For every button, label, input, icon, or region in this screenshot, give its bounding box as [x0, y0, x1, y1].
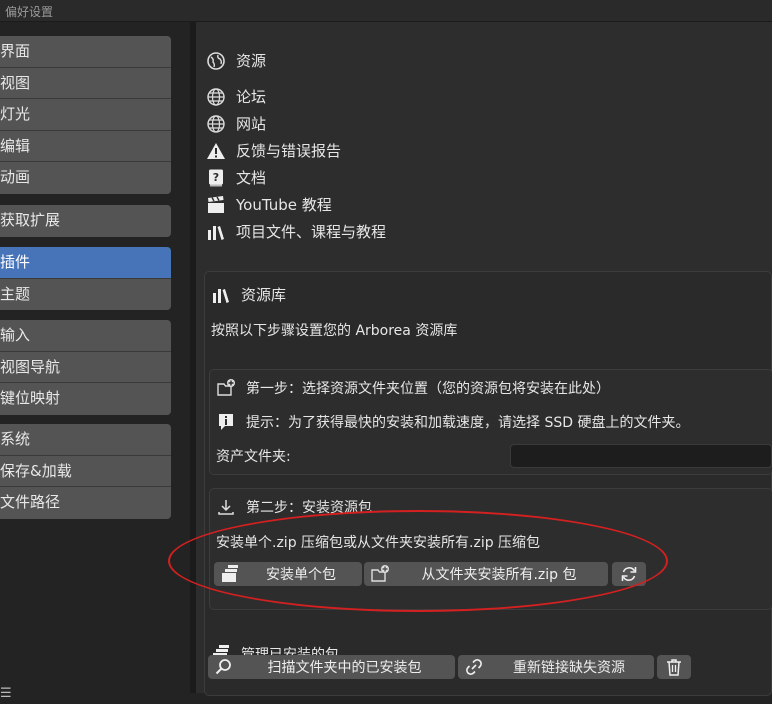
- asset-folder-label: 资产文件夹:: [216, 446, 291, 466]
- library-icon: [211, 285, 231, 305]
- sidebar-item-addons[interactable]: 插件: [0, 247, 171, 279]
- clapperboard-icon: [206, 195, 226, 215]
- step1-title: 第一步：选择资源文件夹位置（您的资源包将安装在此处）: [246, 381, 610, 397]
- step1-tip: 提示：为了获得最快的安装和加载速度，请选择 SSD 硬盘上的文件夹。: [216, 412, 689, 432]
- new-folder-icon: [370, 564, 390, 584]
- menu-icon[interactable]: ☰: [0, 686, 12, 704]
- help-book-icon: ?: [206, 168, 226, 188]
- link-feedback[interactable]: 反馈与错误报告: [206, 140, 341, 161]
- link-icon: [464, 657, 484, 677]
- library-title: 资源库: [241, 286, 287, 304]
- link-website-label: 网站: [236, 115, 267, 133]
- link-docs-label: 文档: [236, 169, 267, 187]
- globe-icon: [206, 51, 226, 71]
- info-icon: [216, 412, 236, 432]
- step2-header: 第二步：安装资源包: [216, 497, 372, 517]
- window-titlebar: 偏好设置: [0, 0, 772, 22]
- svg-text:?: ?: [213, 171, 219, 184]
- world-icon: [206, 114, 226, 134]
- step2-description: 安装单个.zip 压缩包或从文件夹安装所有.zip 压缩包: [216, 532, 540, 552]
- asset-folder-input[interactable]: [510, 444, 772, 468]
- sidebar-item-lights[interactable]: 灯光: [0, 99, 171, 131]
- asset-folder-label-text: 资产文件夹:: [216, 449, 291, 465]
- sidebar-item-get-extensions[interactable]: 获取扩展: [0, 205, 171, 237]
- link-youtube-label: YouTube 教程: [236, 196, 332, 214]
- link-forum[interactable]: 论坛: [206, 86, 266, 107]
- sidebar-item-animation[interactable]: 动画: [0, 162, 171, 194]
- download-icon: [216, 497, 236, 517]
- sidebar-item-interface[interactable]: 界面: [0, 36, 171, 68]
- refresh-icon: [619, 564, 639, 584]
- link-youtube[interactable]: YouTube 教程: [206, 194, 332, 215]
- main-panel: 资源 论坛 网站 反馈与错误报告 ? 文档 YouTube 教程 项目文件、课程…: [168, 22, 772, 696]
- window-title: 偏好设置: [5, 5, 54, 19]
- step2-description-text: 安装单个.zip 压缩包或从文件夹安装所有.zip 压缩包: [216, 535, 541, 551]
- install-all-button[interactable]: 从文件夹安装所有.zip 包: [364, 562, 608, 586]
- install-single-label: 安装单个包: [266, 567, 336, 583]
- link-website[interactable]: 网站: [206, 113, 266, 134]
- step1-header: 第一步：选择资源文件夹位置（您的资源包将安装在此处）: [216, 378, 610, 398]
- refresh-button[interactable]: [612, 562, 646, 586]
- search-icon: [214, 657, 234, 677]
- link-forum-label: 论坛: [236, 88, 267, 106]
- sidebar-item-system[interactable]: 系统: [0, 424, 171, 456]
- library-description-text: 按照以下步骤设置您的 Arborea 资源库: [211, 323, 458, 339]
- sidebar-item-viewport[interactable]: 视图: [0, 67, 171, 99]
- scan-installed-button[interactable]: 扫描文件夹中的已安装包: [208, 655, 455, 679]
- new-folder-icon: [216, 378, 236, 398]
- packages-icon: [220, 564, 240, 584]
- sidebar-group-3: 插件 主题: [0, 247, 171, 310]
- resources-title: 资源: [236, 52, 267, 70]
- link-projects[interactable]: 项目文件、课程与教程: [206, 221, 386, 242]
- install-single-button[interactable]: 安装单个包: [214, 562, 362, 586]
- sidebar-item-themes[interactable]: 主题: [0, 278, 171, 310]
- sidebar-item-keymap[interactable]: 键位映射: [0, 383, 171, 415]
- library-header[interactable]: 资源库: [211, 284, 286, 305]
- sidebar-group-5: 系统 保存&加载 文件路径: [0, 424, 171, 519]
- library-icon: [206, 222, 226, 242]
- sidebar-item-editing[interactable]: 编辑: [0, 130, 171, 162]
- scan-installed-label: 扫描文件夹中的已安装包: [267, 660, 422, 676]
- step2-panel: 第二步：安装资源包 安装单个.zip 压缩包或从文件夹安装所有.zip 压缩包: [209, 488, 772, 610]
- resources-header: 资源: [206, 50, 266, 71]
- step2-title: 第二步：安装资源包: [246, 500, 372, 516]
- sidebar-item-save-load[interactable]: 保存&加载: [0, 455, 171, 487]
- link-docs[interactable]: ? 文档: [206, 167, 266, 188]
- step1-tip-text: 提示：为了获得最快的安装和加载速度，请选择 SSD 硬盘上的文件夹。: [246, 415, 690, 431]
- sidebar-item-navigation[interactable]: 视图导航: [0, 351, 171, 383]
- asset-library-panel: 资源库 按照以下步骤设置您的 Arborea 资源库 第一步：选择资源文件夹位置…: [204, 271, 772, 696]
- sidebar-item-file-paths[interactable]: 文件路径: [0, 487, 171, 519]
- trash-icon: [664, 657, 684, 677]
- install-all-label: 从文件夹安装所有.zip 包: [421, 567, 577, 583]
- link-projects-label: 项目文件、课程与教程: [236, 223, 387, 241]
- sidebar: 界面 视图 灯光 编辑 动画 获取扩展 插件 主题 输入 视图导航 键位映射 系…: [0, 22, 190, 701]
- sidebar-group-2: 获取扩展: [0, 205, 171, 237]
- warning-icon: [206, 141, 226, 161]
- world-icon: [206, 87, 226, 107]
- sidebar-item-input[interactable]: 输入: [0, 320, 171, 352]
- library-description: 按照以下步骤设置您的 Arborea 资源库: [211, 320, 457, 340]
- relink-missing-button[interactable]: 重新链接缺失资源: [458, 655, 654, 679]
- sidebar-group-1: 界面 视图 灯光 编辑 动画: [0, 36, 171, 194]
- delete-button[interactable]: [657, 655, 691, 679]
- relink-missing-label: 重新链接缺失资源: [513, 660, 625, 676]
- sidebar-group-4: 输入 视图导航 键位映射: [0, 320, 171, 415]
- link-feedback-label: 反馈与错误报告: [236, 142, 342, 160]
